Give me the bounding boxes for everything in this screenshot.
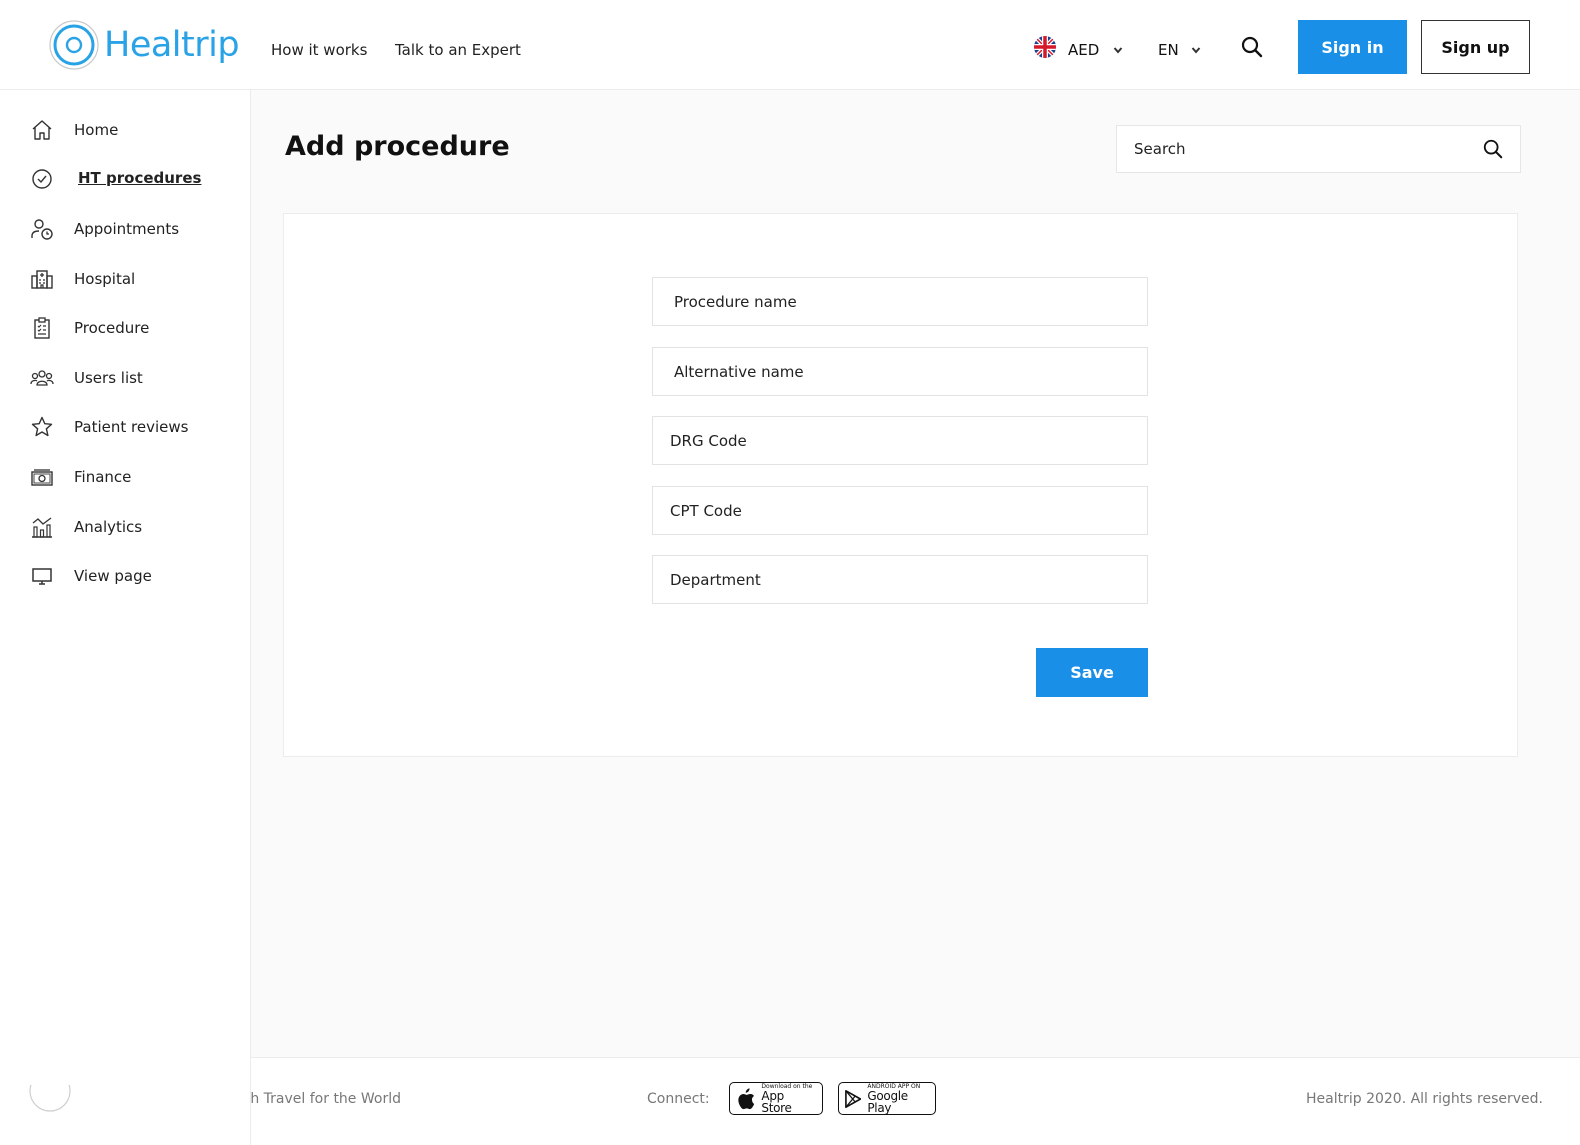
save-button[interactable]: Save — [1036, 648, 1148, 697]
sidebar-item-patient-reviews[interactable]: Patient reviews — [30, 412, 240, 442]
sidebar-item-ht-procedures[interactable]: HT procedures — [30, 163, 240, 193]
sidebar-item-procedure[interactable]: Procedure — [30, 313, 240, 343]
sidebar-item-label: View page — [74, 567, 152, 585]
search-icon[interactable] — [1482, 138, 1504, 160]
app-store-badge[interactable]: Download on the App Store — [729, 1082, 823, 1115]
sidebar-item-analytics[interactable]: Analytics — [30, 512, 240, 542]
bar-chart-icon — [32, 517, 52, 538]
sidebar-item-label: Finance — [74, 468, 132, 486]
footer-copyright: Healtrip 2020. All rights reserved. — [1305, 1091, 1543, 1107]
procedure-name-field[interactable] — [652, 277, 1148, 326]
language-value: EN — [1158, 41, 1179, 59]
google-play-badge[interactable]: ANDROID APP ON Google Play — [838, 1082, 936, 1115]
app-store-big-text: App Store — [761, 1088, 792, 1115]
money-icon — [31, 469, 53, 486]
google-play-big-text: Google Play — [867, 1088, 908, 1115]
sidebar-item-hospital[interactable]: Hospital — [30, 264, 240, 294]
sidebar-item-home[interactable]: Home — [30, 115, 240, 145]
sidebar-item-label: Home — [74, 121, 119, 139]
sign-up-button[interactable]: Sign up — [1421, 20, 1530, 74]
healtrip-logo-icon — [49, 20, 99, 70]
top-header: Healtrip How it works Talk to an Expert … — [0, 0, 1580, 90]
footer-connect-label: Connect: — [647, 1091, 710, 1107]
users-icon — [30, 370, 54, 386]
sidebar-item-finance[interactable]: Finance — [30, 462, 240, 492]
sidebar-item-label: Patient reviews — [74, 418, 189, 436]
page-title: Add procedure — [285, 131, 510, 162]
footer-logo-icon — [29, 1085, 71, 1112]
department-field[interactable] — [652, 555, 1148, 604]
sidebar-item-users-list[interactable]: Users list — [30, 363, 240, 393]
star-icon — [31, 416, 53, 437]
nav-how-it-works[interactable]: How it works — [271, 38, 367, 62]
sidebar-item-label: Procedure — [74, 319, 150, 337]
uk-flag-icon — [1034, 36, 1056, 58]
sidebar-item-label: Appointments — [74, 220, 180, 238]
procedure-search — [1116, 125, 1521, 173]
google-play-icon — [845, 1089, 862, 1108]
drg-code-field[interactable] — [652, 416, 1148, 465]
user-clock-icon — [31, 219, 53, 240]
chevron-down-icon — [1191, 47, 1200, 54]
language-select[interactable]: EN — [1158, 38, 1201, 62]
search-input[interactable] — [1117, 126, 1482, 172]
brand-logo[interactable]: Healtrip — [48, 19, 240, 71]
search-icon[interactable] — [1240, 35, 1264, 59]
sidebar-item-label: Analytics — [74, 518, 143, 536]
hospital-icon — [31, 270, 53, 289]
check-circle-icon — [32, 169, 52, 189]
sidebar-item-label: HT procedures — [78, 169, 202, 187]
footer: Health Travel for the World Connect: Dow… — [251, 1057, 1580, 1145]
clipboard-icon — [34, 317, 50, 339]
sidebar: Home HT procedures Appointments Hospital… — [0, 90, 251, 1145]
footer-tagline: Health Travel for the World — [251, 1091, 401, 1107]
currency-value: AED — [1068, 41, 1100, 59]
alternative-name-field[interactable] — [652, 347, 1148, 396]
brand-name: Healtrip — [104, 25, 240, 65]
apple-icon — [738, 1087, 755, 1109]
currency-select[interactable]: AED — [1068, 38, 1123, 62]
sidebar-item-view-page[interactable]: View page — [30, 561, 240, 591]
sidebar-item-label: Users list — [74, 369, 143, 387]
sidebar-item-label: Hospital — [74, 270, 136, 288]
cpt-code-field[interactable] — [652, 486, 1148, 535]
nav-talk-to-expert[interactable]: Talk to an Expert — [395, 38, 521, 62]
sidebar-item-appointments[interactable]: Appointments — [30, 214, 240, 244]
sign-in-button[interactable]: Sign in — [1298, 20, 1407, 74]
chevron-down-icon — [1114, 47, 1123, 54]
home-icon — [32, 120, 52, 140]
monitor-icon — [32, 568, 52, 585]
